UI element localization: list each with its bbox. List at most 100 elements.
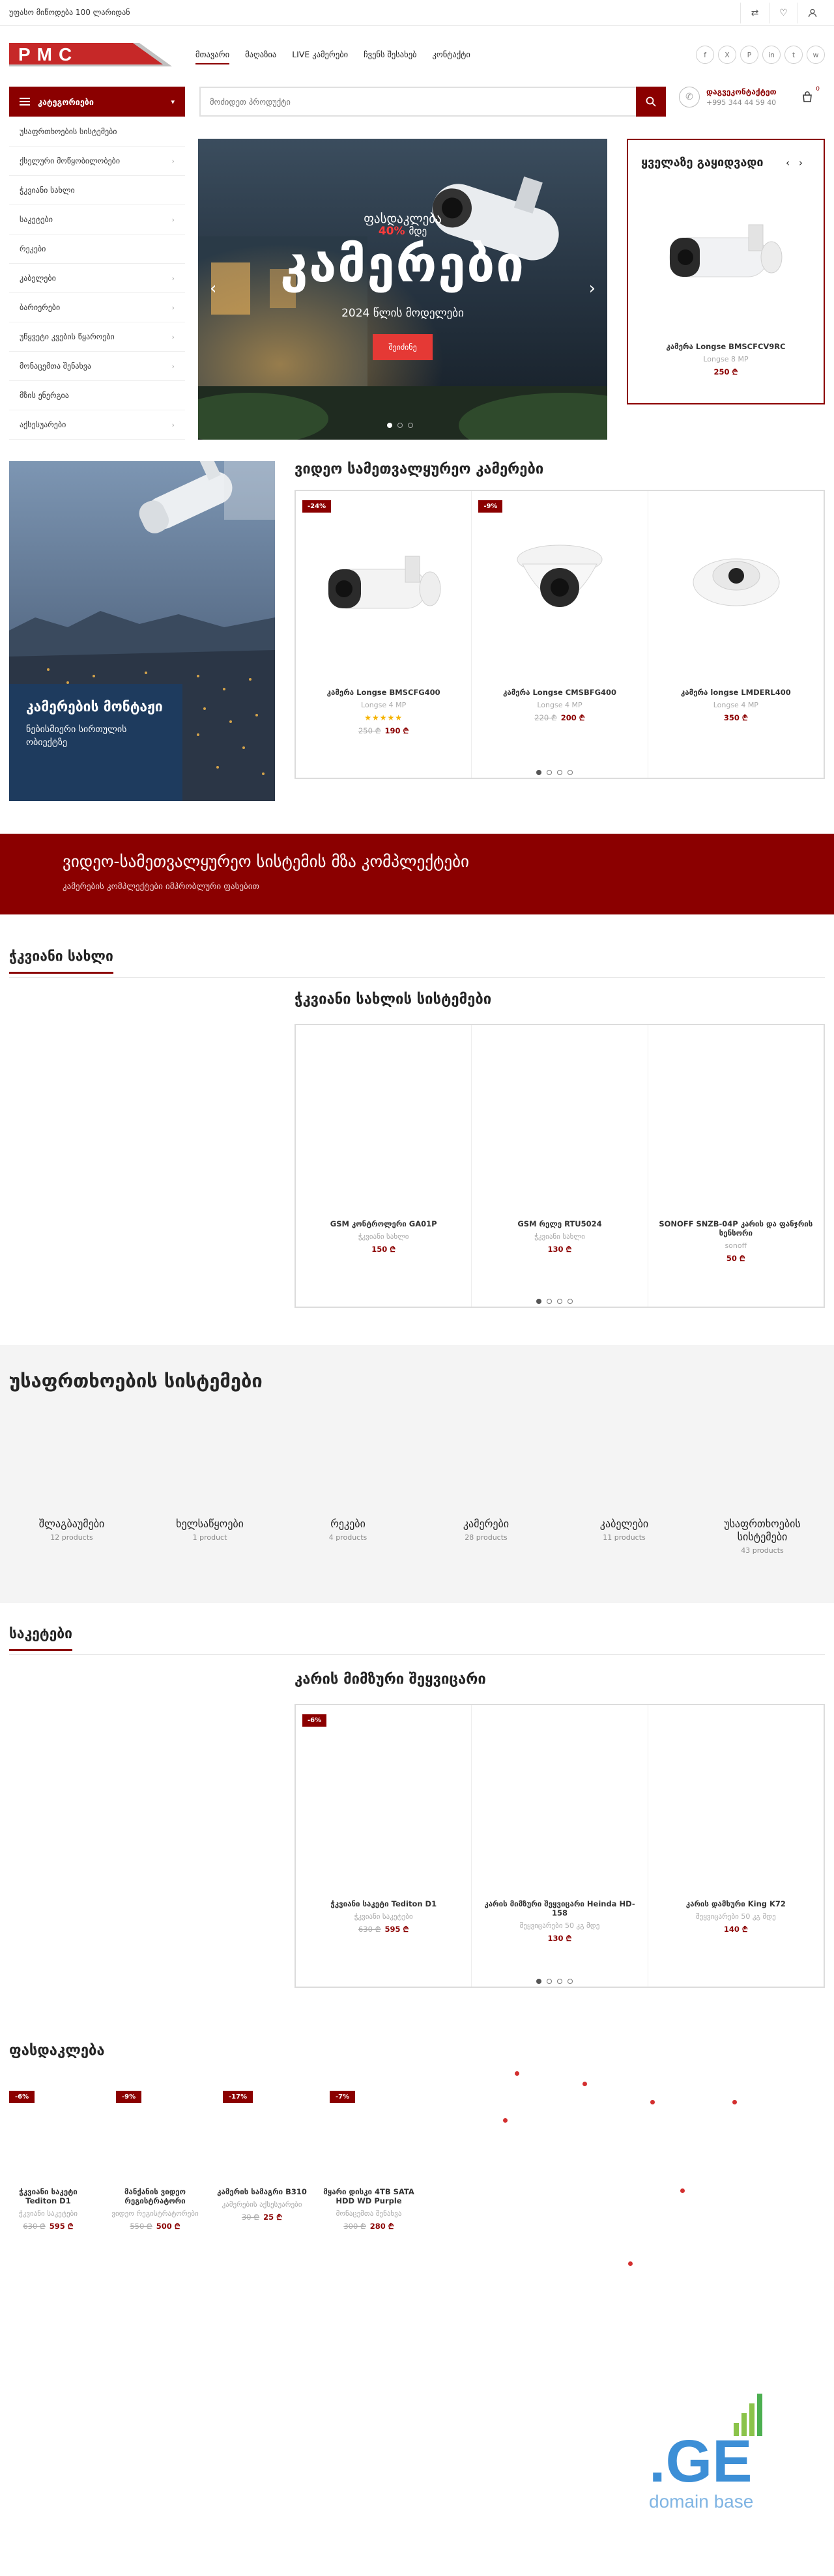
slide-dot[interactable] <box>557 1299 562 1304</box>
slide-dot[interactable] <box>568 1979 573 1984</box>
product-name[interactable]: SONOFF SNZB-04P კარის და ფანჯრის სენსორი <box>655 1219 817 1238</box>
product-image[interactable] <box>322 543 446 628</box>
product-name[interactable]: GSM კონტროლერი GA01P <box>302 1219 465 1228</box>
slide-dot[interactable] <box>536 1299 541 1304</box>
nav-about[interactable]: ჩვენს შესახებ <box>364 50 416 64</box>
sidebar-item-solar[interactable]: მზის ენერგია <box>9 381 185 410</box>
sidebar-item-locks[interactable]: საკეტები › <box>9 205 185 234</box>
cart-icon[interactable]: 0 <box>801 86 820 106</box>
product-name[interactable]: GSM რელე RTU5024 <box>478 1219 640 1228</box>
product-name[interactable]: კამერა longse LMDERL400 <box>655 688 817 697</box>
chevron-left-icon[interactable]: ‹ <box>786 157 799 169</box>
categories-label: კატეგორიები <box>38 96 94 107</box>
kits-banner[interactable]: ვიდეო-სამეთვალყურეო სისტემის მზა კომპლექ… <box>0 834 834 914</box>
section-divider <box>9 1654 825 1655</box>
slide-dot[interactable] <box>408 423 413 428</box>
x-icon[interactable]: X <box>718 46 736 64</box>
product-name[interactable]: ჭკვიანი საკეტი Tediton D1 <box>302 1899 465 1908</box>
product-card[interactable]: -6% ჭკვიანი საკეტი Tediton D1 ჭკვიანი სა… <box>296 1705 472 1987</box>
slide-dot[interactable] <box>547 1299 552 1304</box>
product-card[interactable]: კარის დამხური King K72 შეყვიცარები 50 კგ… <box>648 1705 824 1987</box>
slide-dot[interactable] <box>568 770 573 775</box>
category-tile[interactable]: შლაგბაუმები 12 products <box>13 1518 130 1542</box>
product-name[interactable]: კამერა Longse BMSCFG400 <box>302 688 465 697</box>
whatsapp-icon[interactable]: w <box>807 46 825 64</box>
product-card[interactable]: GSM კონტროლერი GA01P ჭკვიანი სახლი 150 ₾ <box>296 1025 472 1307</box>
category-tile[interactable]: კამერები 28 products <box>427 1518 545 1542</box>
installation-banner[interactable]: კამერების მონტაჟი ნებისმიერი სირთულის ობ… <box>9 461 275 801</box>
product-name[interactable]: მანქანის ვიდეო რეგისტრატორი <box>109 2187 201 2205</box>
product-name[interactable]: ჭკვიანი საკეტი Tediton D1 <box>3 2187 94 2205</box>
locks-header: საკეტები <box>9 1626 72 1651</box>
linkedin-icon[interactable]: in <box>762 46 781 64</box>
account-icon[interactable] <box>798 3 826 23</box>
social-links: f X P in t w <box>696 46 825 64</box>
sidebar-item-network-devices[interactable]: ქსელური მოწყობილობები › <box>9 147 185 176</box>
discount-badge: -9% <box>478 500 503 513</box>
search-button[interactable] <box>636 87 666 117</box>
sidebar-item-ups[interactable]: უწყვეტი კვების წყაროები › <box>9 322 185 352</box>
product-price: 130 ₾ <box>547 1245 572 1254</box>
search-input[interactable] <box>201 96 636 107</box>
sidebar-item-barriers[interactable]: ბარიერები › <box>9 293 185 322</box>
slide-dot[interactable] <box>536 1979 541 1984</box>
nav-contact[interactable]: კონტაქტი <box>433 50 470 64</box>
slide-dot[interactable] <box>557 770 562 775</box>
slide-dot[interactable] <box>547 770 552 775</box>
category-tile[interactable]: კაბელები 11 products <box>566 1518 683 1542</box>
product-brand: ჭკვიანი სახლი <box>534 1232 585 1241</box>
bestseller-product-image[interactable] <box>667 218 784 290</box>
slide-dot[interactable] <box>536 770 541 775</box>
kits-banner-title: ვიდეო-სამეთვალყურეო სისტემის მზა კომპლექ… <box>63 852 469 871</box>
discount-badge: -24% <box>302 500 332 513</box>
slide-dot[interactable] <box>547 1979 552 1984</box>
domain-base-logo[interactable]: .GE domain base <box>649 2384 779 2514</box>
product-name[interactable]: კარის დამხური King K72 <box>655 1899 817 1908</box>
product-name[interactable]: კამერა Longse BMSCFCV9RC <box>635 342 817 351</box>
sidebar-item-racks[interactable]: რეკები <box>9 234 185 264</box>
product-image[interactable] <box>687 543 785 615</box>
site-logo[interactable]: PMC <box>9 43 172 66</box>
decorative-dot <box>628 2261 633 2266</box>
sidebar-item-storage[interactable]: მონაცემთა შენახვა › <box>9 352 185 381</box>
phone-contact[interactable]: ✆ დაგვეკონტაქტეთ +995 344 44 59 40 <box>679 87 777 107</box>
hero-cta-button[interactable]: შეიძინე <box>373 334 433 360</box>
product-name[interactable]: კარის მიმზური შეყვიცარი Heinda HD-158 <box>478 1899 640 1918</box>
sidebar-item-security-systems[interactable]: უსაფრთხოების სისტემები <box>9 117 185 147</box>
slide-dot[interactable] <box>568 1299 573 1304</box>
category-tile[interactable]: უსაფრთხოების სისტემები 43 products <box>704 1518 821 1555</box>
discount-badge: -17% <box>223 2091 253 2103</box>
telegram-icon[interactable]: t <box>784 46 803 64</box>
sidebar-item-smart-home[interactable]: ჭკვიანი სახლი <box>9 176 185 205</box>
product-card[interactable]: კარის მიმზური შეყვიცარი Heinda HD-158 შე… <box>472 1705 648 1987</box>
categories-button[interactable]: კატეგორიები ▾ <box>9 87 185 117</box>
sidebar-item-accessories[interactable]: აქსესუარები › <box>9 410 185 440</box>
product-name[interactable]: კამერის სამაგრი B310 <box>216 2187 308 2196</box>
product-card[interactable]: კამერა longse LMDERL400 Longse 4 MP 350 … <box>648 491 824 778</box>
product-name[interactable]: კამერა Longse CMSBFG400 <box>478 688 640 697</box>
product-card[interactable]: -24% კამერა Longse BMSCFG400 Longse 4 MP… <box>296 491 472 778</box>
product-brand: შეყვიცარები 50 კგ მდე <box>695 1912 776 1921</box>
wishlist-icon[interactable]: ♡ <box>769 3 798 23</box>
slide-dot[interactable] <box>557 1979 562 1984</box>
nav-live-cameras[interactable]: LIVE კამერები <box>292 50 348 64</box>
hero-sale-text: ფასდაკლება <box>364 212 442 226</box>
slide-dot[interactable] <box>387 423 392 428</box>
category-tile[interactable]: რეკები 4 products <box>289 1518 407 1542</box>
new-price: 25 ₾ <box>263 2213 283 2222</box>
sidebar-item-cables[interactable]: კაბელები › <box>9 264 185 293</box>
category-tile[interactable]: ხელსაწყოები 1 product <box>151 1518 268 1542</box>
pinterest-icon[interactable]: P <box>740 46 758 64</box>
product-name[interactable]: მყარი დისკი 4TB SATA HDD WD Purple <box>323 2187 414 2205</box>
compare-icon[interactable]: ⇄ <box>740 3 769 23</box>
facebook-icon[interactable]: f <box>696 46 714 64</box>
product-card[interactable]: GSM რელე RTU5024 ჭკვიანი სახლი 130 ₾ <box>472 1025 648 1307</box>
slide-dot[interactable] <box>397 423 403 428</box>
nav-shop[interactable]: მაღაზია <box>245 50 276 64</box>
nav-home[interactable]: მთავარი <box>195 50 230 64</box>
main-nav: მთავარი მაღაზია LIVE კამერები ჩვენს შესა… <box>195 50 470 64</box>
product-image[interactable] <box>511 530 609 628</box>
product-card[interactable]: -9% კამერა Longse CMSBFG400 Longse 4 MP … <box>472 491 648 778</box>
chevron-right-icon[interactable]: › <box>799 157 812 169</box>
product-card[interactable]: SONOFF SNZB-04P კარის და ფანჯრის სენსორი… <box>648 1025 824 1307</box>
